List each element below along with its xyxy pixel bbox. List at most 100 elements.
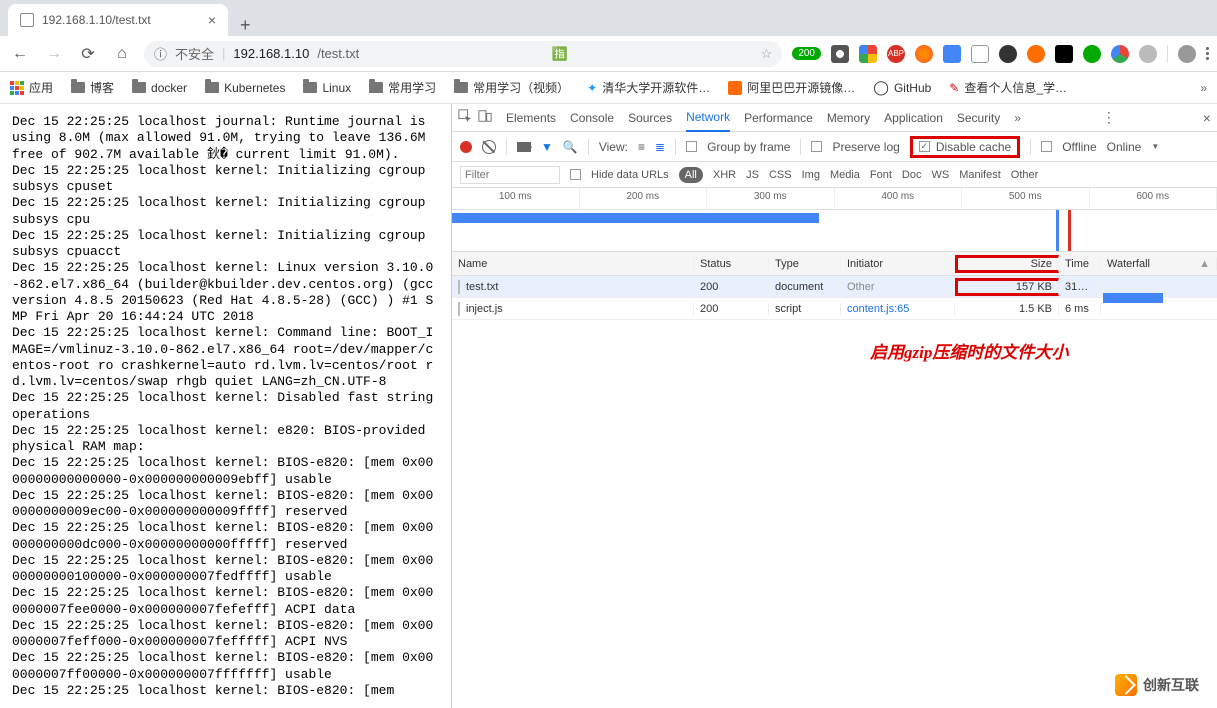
col-status[interactable]: Status — [694, 258, 769, 270]
filter-js[interactable]: JS — [746, 169, 759, 181]
devtools-close[interactable]: × — [1203, 110, 1211, 126]
inspect-icon[interactable] — [458, 109, 472, 126]
record-button[interactable] — [460, 141, 472, 153]
bookmark-folder[interactable]: docker — [132, 81, 187, 95]
table-row[interactable]: test.txt 200 document Other 157 KB 31… — [452, 276, 1217, 298]
hide-urls-checkbox[interactable] — [570, 169, 581, 180]
extension-icon[interactable] — [971, 45, 989, 63]
info-icon: ⓘ — [154, 44, 167, 63]
watermark: 创新互联 — [1115, 674, 1199, 696]
star-icon[interactable]: ☆ — [761, 46, 773, 62]
insecure-label: 不安全 — [175, 44, 214, 63]
back-button[interactable]: ← — [8, 42, 32, 66]
bookmark-overflow[interactable]: » — [1200, 81, 1207, 95]
filter-xhr[interactable]: XHR — [713, 169, 736, 181]
filter-manifest[interactable]: Manifest — [959, 169, 1001, 181]
extension-icon[interactable] — [1055, 45, 1073, 63]
bookmark-item[interactable]: ✦清华大学开源软件… — [587, 79, 710, 96]
network-filter-bar: Hide data URLs All XHR JS CSS Img Media … — [452, 162, 1217, 188]
throttle-select[interactable]: Online — [1107, 140, 1142, 154]
network-toolbar: ▼ 🔍 View: ≡ ≣ Group by frame Preserve lo… — [452, 132, 1217, 162]
filter-css[interactable]: CSS — [769, 169, 792, 181]
new-tab-button[interactable]: + — [228, 15, 263, 36]
extension-icon[interactable] — [1139, 45, 1157, 63]
col-size[interactable]: Size — [955, 255, 1059, 273]
bookmark-item[interactable]: 阿里巴巴开源镜像… — [728, 79, 855, 96]
tab-application[interactable]: Application — [884, 105, 943, 131]
filter-media[interactable]: Media — [830, 169, 860, 181]
extensions: ABP — [831, 45, 1157, 63]
offline-checkbox[interactable] — [1041, 141, 1052, 152]
chevron-down-icon[interactable]: ▼ — [1151, 142, 1159, 151]
tab-elements[interactable]: Elements — [506, 105, 556, 131]
screenshot-button[interactable] — [517, 142, 531, 152]
tab-memory[interactable]: Memory — [827, 105, 870, 131]
extension-icon[interactable] — [943, 45, 961, 63]
bookmark-item[interactable]: ◯GitHub — [873, 79, 931, 96]
extension-icon[interactable] — [999, 45, 1017, 63]
group-by-frame-checkbox[interactable] — [686, 141, 697, 152]
browser-tab[interactable]: 192.168.1.10/test.txt × — [8, 4, 228, 36]
filter-toggle[interactable]: ▼ — [541, 140, 553, 154]
close-icon[interactable]: × — [208, 12, 216, 28]
view-label: View: — [599, 140, 628, 154]
menu-button[interactable] — [1206, 47, 1209, 60]
bookmark-folder[interactable]: 常用学习（视频） — [454, 79, 569, 96]
clear-button[interactable] — [482, 140, 496, 154]
view-small-icon[interactable]: ≣ — [655, 140, 665, 154]
extension-icon[interactable] — [859, 45, 877, 63]
watermark-icon — [1115, 674, 1137, 696]
translate-icon[interactable]: 🈯 — [552, 46, 568, 62]
bookmark-bar: 应用 博客 docker Kubernetes Linux 常用学习 常用学习（… — [0, 72, 1217, 104]
bookmark-folder[interactable]: 常用学习 — [369, 79, 436, 96]
bookmark-item[interactable]: ✎查看个人信息_学… — [949, 79, 1067, 96]
extension-icon[interactable] — [1111, 45, 1129, 63]
col-initiator[interactable]: Initiator — [841, 258, 955, 270]
timeline-overview[interactable] — [452, 210, 1217, 252]
statusbadge-extension-icon[interactable]: 200 — [792, 47, 821, 60]
reload-button[interactable]: ⟳ — [76, 42, 100, 66]
extension-icon[interactable] — [831, 45, 849, 63]
col-waterfall[interactable]: Waterfall ▲ — [1101, 258, 1217, 270]
tab-network[interactable]: Network — [686, 104, 730, 132]
tab-title: 192.168.1.10/test.txt — [42, 13, 151, 27]
tab-performance[interactable]: Performance — [744, 105, 813, 131]
filter-doc[interactable]: Doc — [902, 169, 922, 181]
view-large-icon[interactable]: ≡ — [638, 140, 645, 154]
bookmark-folder[interactable]: 博客 — [71, 79, 114, 96]
filter-ws[interactable]: WS — [931, 169, 949, 181]
filter-all[interactable]: All — [679, 167, 703, 183]
avatar[interactable] — [1178, 45, 1196, 63]
tabs-overflow[interactable]: » — [1014, 111, 1021, 125]
forward-button[interactable]: → — [42, 42, 66, 66]
preserve-log-checkbox[interactable] — [811, 141, 822, 152]
bookmark-folder[interactable]: Kubernetes — [205, 81, 285, 95]
bookmark-folder[interactable]: Linux — [303, 81, 351, 95]
device-toggle-icon[interactable] — [478, 109, 492, 126]
col-type[interactable]: Type — [769, 258, 841, 270]
tab-console[interactable]: Console — [570, 105, 614, 131]
devtools-menu[interactable]: ⋮ — [1102, 109, 1116, 126]
filter-input[interactable] — [460, 166, 560, 184]
extension-icon[interactable] — [1083, 45, 1101, 63]
disable-cache-checkbox[interactable] — [919, 141, 930, 152]
tab-sources[interactable]: Sources — [628, 105, 672, 131]
extension-icon[interactable] — [1027, 45, 1045, 63]
apps-button[interactable]: 应用 — [10, 79, 53, 96]
filter-other[interactable]: Other — [1011, 169, 1039, 181]
tab-security[interactable]: Security — [957, 105, 1000, 131]
extension-icon[interactable] — [915, 45, 933, 63]
col-time[interactable]: Time — [1059, 258, 1101, 270]
devtools-tabs: Elements Console Sources Network Perform… — [452, 104, 1217, 132]
col-name[interactable]: Name — [452, 258, 694, 270]
network-table: Name Status Type Initiator Size Time Wat… — [452, 252, 1217, 320]
home-button[interactable]: ⌂ — [110, 42, 134, 66]
search-button[interactable]: 🔍 — [563, 140, 578, 154]
address-bar: ← → ⟳ ⌂ ⓘ 不安全 | 192.168.1.10/test.txt 🈯 … — [0, 36, 1217, 72]
extension-icon[interactable]: ABP — [887, 45, 905, 63]
filter-img[interactable]: Img — [802, 169, 820, 181]
file-icon — [20, 13, 34, 27]
filter-font[interactable]: Font — [870, 169, 892, 181]
table-header: Name Status Type Initiator Size Time Wat… — [452, 252, 1217, 276]
url-input[interactable]: ⓘ 不安全 | 192.168.1.10/test.txt 🈯 ☆ — [144, 41, 782, 67]
